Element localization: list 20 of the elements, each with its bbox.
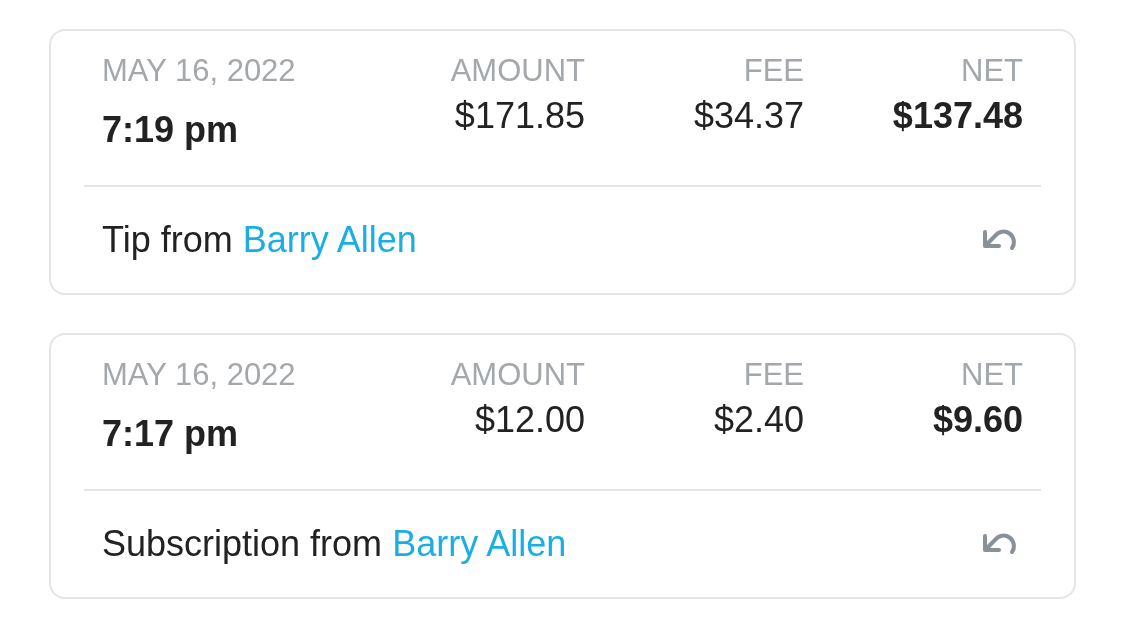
column-label: FEE <box>743 53 804 89</box>
transaction-description: Tip from Barry Allen <box>102 219 417 261</box>
column-label: AMOUNT <box>450 53 585 89</box>
transaction-date: MAY 16, 2022 <box>102 53 296 89</box>
transaction-description: Subscription from Barry Allen <box>102 523 567 565</box>
sender-link[interactable]: Barry Allen <box>242 219 417 260</box>
column-value: $9.60 <box>932 399 1023 441</box>
sender-link[interactable]: Barry Allen <box>392 523 567 564</box>
transaction-date: MAY 16, 2022 <box>102 357 296 393</box>
transaction-time: 7:19 pm <box>102 109 239 151</box>
column-label: NET <box>961 357 1023 393</box>
column-value: $171.85 <box>454 95 585 137</box>
column-label: FEE <box>743 357 804 393</box>
column-value: $137.48 <box>892 95 1023 137</box>
column-value: $12.00 <box>474 399 585 441</box>
column-label: NET <box>961 53 1023 89</box>
column-value: $2.40 <box>713 399 804 441</box>
transaction-time: 7:17 pm <box>102 413 239 455</box>
column-value: $34.37 <box>693 95 804 137</box>
column-label: AMOUNT <box>450 357 585 393</box>
